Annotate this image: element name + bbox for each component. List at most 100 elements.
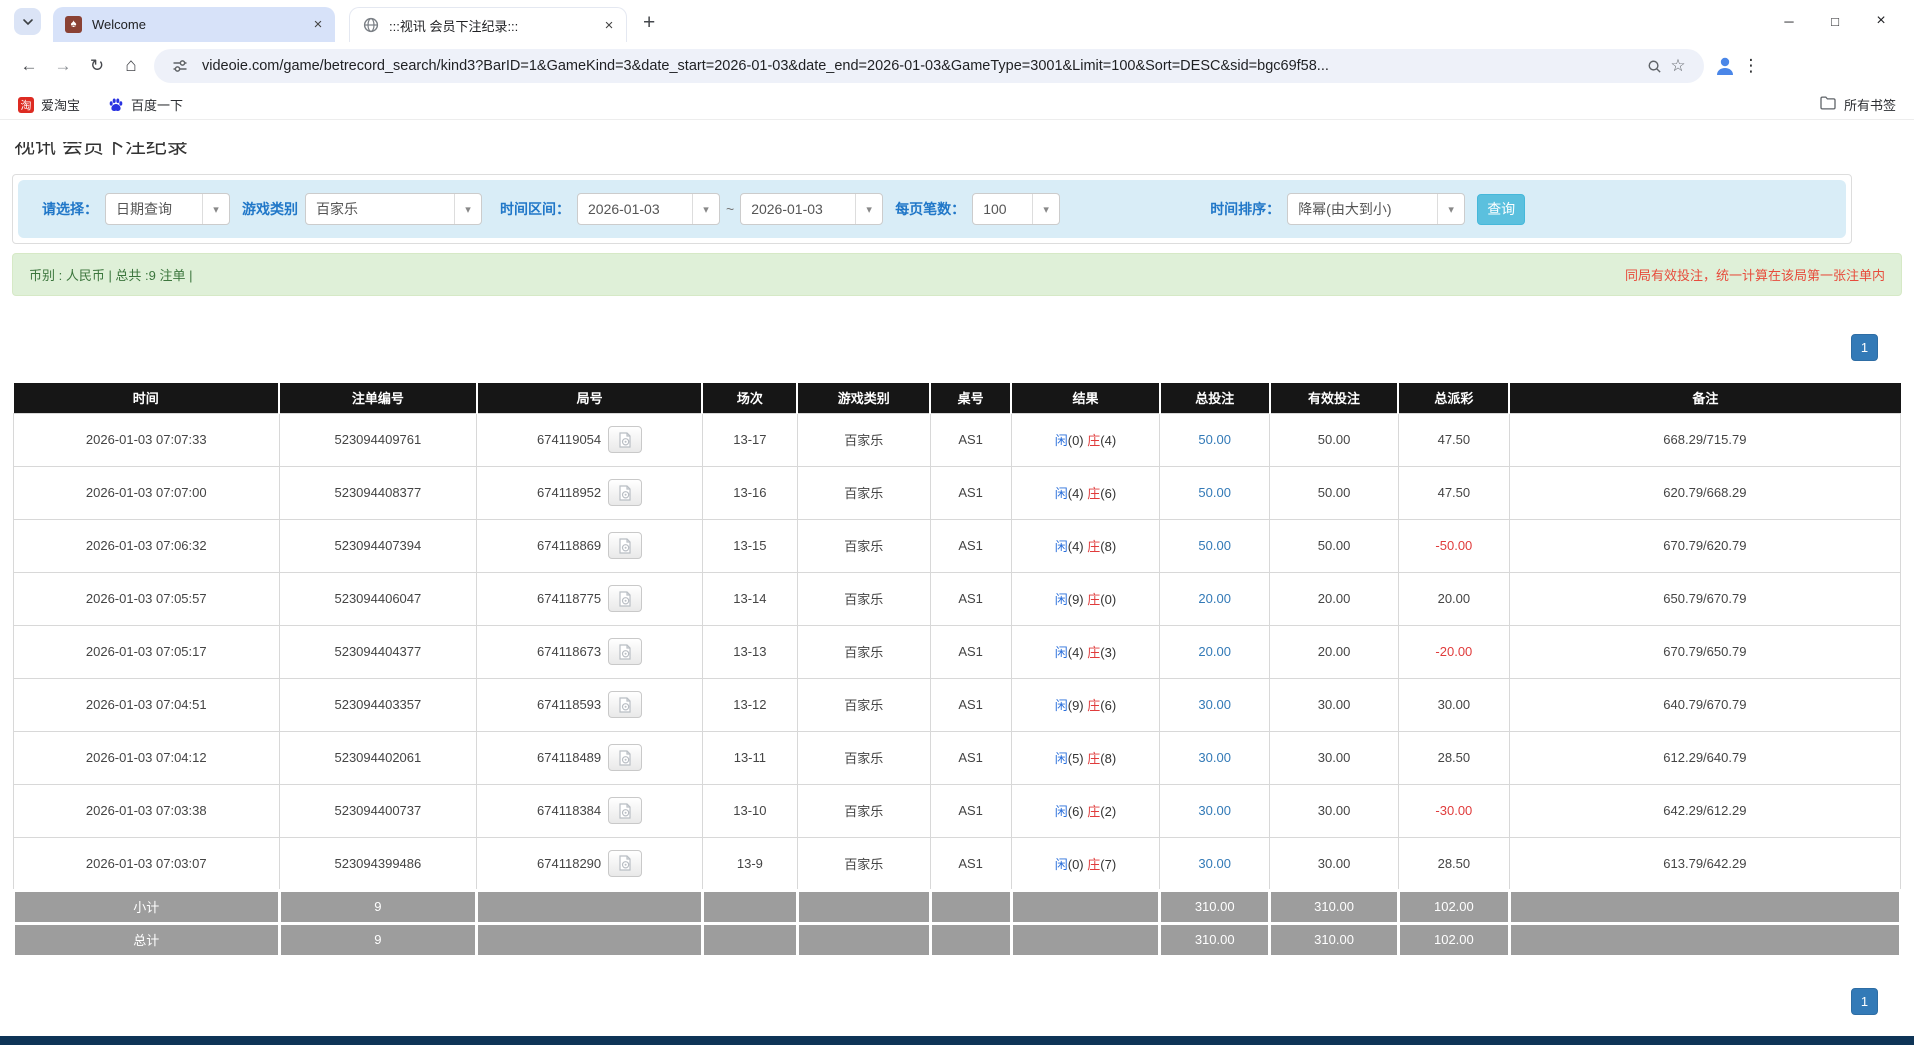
bookmark-taobao[interactable]: 淘 爱淘宝 <box>18 95 80 114</box>
total-bet-link[interactable]: 30.00 <box>1198 803 1231 818</box>
tab-search-button[interactable] <box>14 8 41 35</box>
total-bet-link[interactable]: 20.00 <box>1198 591 1231 606</box>
cell-time: 2026-01-03 07:05:57 <box>14 572 280 625</box>
cell-round-number: 674118290 <box>477 837 703 890</box>
page-content: 视讯 会员下注纪录 请选择： 日期查询 ▾ 游戏类别 百家乐 ▾ 时间区间： 2… <box>0 142 1914 1015</box>
video-replay-button[interactable] <box>608 585 642 612</box>
total-bet-link[interactable]: 20.00 <box>1198 644 1231 659</box>
video-replay-button[interactable] <box>608 797 642 824</box>
result-player-points: (4) <box>1068 486 1088 501</box>
footer-bar <box>0 1036 1914 1045</box>
subtotal-row-cell: 310.00 <box>1270 890 1399 923</box>
result-player-points: (6) <box>1068 804 1088 819</box>
total-bet-link[interactable]: 30.00 <box>1198 750 1231 765</box>
total-row-cell <box>702 923 797 956</box>
minimize-button[interactable]: ─ <box>1766 6 1812 36</box>
table-header-row: 时间注单编号局号场次游戏类别桌号结果总投注有效投注总派彩备注 <box>14 383 1901 413</box>
cell-valid-bet: 50.00 <box>1270 413 1399 466</box>
cell-result: 闲(0) 庄(7) <box>1011 837 1160 890</box>
total-bet-link[interactable]: 50.00 <box>1198 485 1231 500</box>
page-1-button[interactable]: 1 <box>1851 988 1878 1015</box>
round-number: 674118952 <box>537 485 601 500</box>
cell-payout: 30.00 <box>1398 678 1509 731</box>
game-kind-select[interactable]: 百家乐 ▾ <box>305 193 482 225</box>
video-replay-button[interactable] <box>608 638 642 665</box>
cell-payout: -30.00 <box>1398 784 1509 837</box>
query-type-select[interactable]: 日期查询 ▾ <box>105 193 230 225</box>
table-row: 2026-01-03 07:03:07523094399486674118290… <box>14 837 1901 890</box>
result-banker-points: (7) <box>1100 857 1116 872</box>
video-replay-button[interactable] <box>608 426 642 453</box>
date-end-select[interactable]: 2026-01-03 ▾ <box>740 193 883 225</box>
result-player-points: (4) <box>1068 539 1088 554</box>
result-banker: 庄 <box>1087 592 1100 607</box>
cell-time: 2026-01-03 07:04:51 <box>14 678 280 731</box>
total-bet-link[interactable]: 30.00 <box>1198 856 1231 871</box>
result-banker-points: (0) <box>1100 592 1116 607</box>
summary-bar: 币别 : 人民币 | 总共 :9 注单 | 同局有效投注，统一计算在该局第一张注… <box>12 253 1902 296</box>
column-header: 局号 <box>477 383 703 413</box>
url-bar[interactable]: videoie.com/game/betrecord_search/kind3?… <box>154 49 1704 83</box>
profile-avatar-icon[interactable] <box>1712 53 1738 79</box>
video-replay-button[interactable] <box>608 532 642 559</box>
cell-note: 612.29/640.79 <box>1509 731 1900 784</box>
browser-menu-icon[interactable]: ⋮ <box>1738 53 1764 79</box>
total-bet-link[interactable]: 50.00 <box>1198 538 1231 553</box>
tab-welcome[interactable]: ♠ Welcome × <box>53 7 335 42</box>
cell-time: 2026-01-03 07:07:00 <box>14 466 280 519</box>
video-replay-button[interactable] <box>608 850 642 877</box>
subtotal-row-cell <box>930 890 1011 923</box>
bookmark-label: 爱淘宝 <box>41 95 80 114</box>
page-1-button[interactable]: 1 <box>1851 334 1878 361</box>
round-number: 674118290 <box>537 856 601 871</box>
video-replay-button[interactable] <box>608 479 642 506</box>
subtotal-row-cell <box>797 890 930 923</box>
tune-icon[interactable] <box>168 54 192 78</box>
column-header: 总派彩 <box>1398 383 1509 413</box>
close-window-button[interactable]: × <box>1858 6 1904 36</box>
cell-game-kind: 百家乐 <box>797 625 930 678</box>
cell-valid-bet: 30.00 <box>1270 731 1399 784</box>
cell-table-number: AS1 <box>930 466 1011 519</box>
cell-total-bet: 20.00 <box>1160 572 1270 625</box>
cell-session: 13-14 <box>702 572 797 625</box>
all-bookmarks-button[interactable]: 所有书签 <box>1820 95 1896 114</box>
filter-panel: 请选择： 日期查询 ▾ 游戏类别 百家乐 ▾ 时间区间： 2026-01-03 … <box>12 174 1852 244</box>
per-page-select[interactable]: 100 ▾ <box>972 193 1060 225</box>
video-replay-button[interactable] <box>608 691 642 718</box>
back-button[interactable]: ← <box>12 49 46 83</box>
cell-total-bet: 30.00 <box>1160 731 1270 784</box>
chevron-down-icon: ▾ <box>454 194 481 224</box>
round-number: 674118384 <box>537 803 601 818</box>
maximize-button[interactable]: □ <box>1812 6 1858 36</box>
cell-valid-bet: 30.00 <box>1270 784 1399 837</box>
forward-button[interactable]: → <box>46 49 80 83</box>
close-icon[interactable]: × <box>309 16 327 34</box>
total-bet-link[interactable]: 50.00 <box>1198 432 1231 447</box>
cell-valid-bet: 30.00 <box>1270 678 1399 731</box>
close-icon[interactable]: × <box>600 16 618 34</box>
url-text[interactable]: videoie.com/game/betrecord_search/kind3?… <box>202 58 1632 74</box>
bookmark-baidu[interactable]: 百度一下 <box>108 95 183 114</box>
video-replay-button[interactable] <box>608 744 642 771</box>
round-number: 674119054 <box>537 432 601 447</box>
tab-betrecord[interactable]: :::视讯 会员下注纪录::: × <box>349 7 627 42</box>
table-row: 2026-01-03 07:06:32523094407394674118869… <box>14 519 1901 572</box>
total-row-cell: 9 <box>279 923 477 956</box>
new-tab-button[interactable]: + <box>643 14 655 32</box>
cell-time: 2026-01-03 07:03:07 <box>14 837 280 890</box>
column-header: 游戏类别 <box>797 383 930 413</box>
cell-session: 13-10 <box>702 784 797 837</box>
home-button[interactable]: ⌂ <box>114 49 148 83</box>
cell-time: 2026-01-03 07:04:12 <box>14 731 280 784</box>
bet-records-table: 时间注单编号局号场次游戏类别桌号结果总投注有效投注总派彩备注 2026-01-0… <box>12 383 1902 958</box>
column-header: 总投注 <box>1160 383 1270 413</box>
search-button[interactable]: 查询 <box>1477 194 1525 225</box>
zoom-icon[interactable] <box>1642 54 1666 78</box>
result-player-points: (5) <box>1068 751 1088 766</box>
reload-button[interactable]: ↻ <box>80 49 114 83</box>
date-start-select[interactable]: 2026-01-03 ▾ <box>577 193 720 225</box>
sort-select[interactable]: 降幂(由大到小) ▾ <box>1287 193 1465 225</box>
total-bet-link[interactable]: 30.00 <box>1198 697 1231 712</box>
bookmark-star-icon[interactable]: ☆ <box>1666 54 1690 78</box>
